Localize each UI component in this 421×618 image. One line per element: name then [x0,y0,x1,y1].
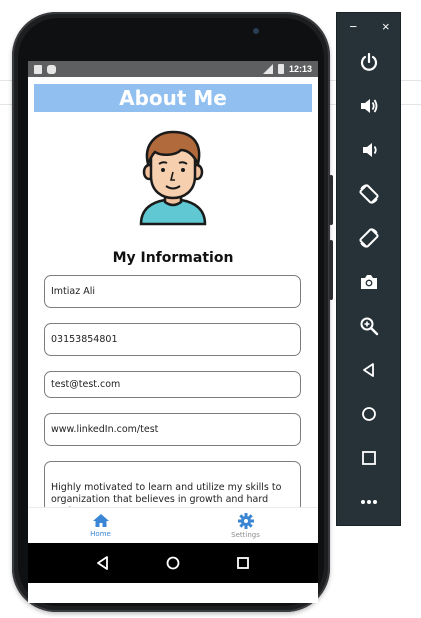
volume-down-icon [363,143,377,157]
more-button[interactable] [355,488,383,516]
phone-side-button [329,175,333,225]
overview-icon [362,451,376,465]
email-field[interactable]: test@test.com [44,371,301,398]
section-title: My Information [112,250,234,266]
name-field[interactable]: Imtiaz Ali [44,275,301,308]
nav-back-button[interactable] [93,553,113,573]
status-time: 12:13 [288,64,312,74]
power-button[interactable] [355,48,383,76]
gear-icon [237,512,254,529]
signal-icon [262,64,273,74]
phone-field[interactable]: 03153854801 [44,323,301,356]
zoom-button[interactable] [355,312,383,340]
more-icon [361,500,377,504]
minimize-button[interactable]: − [349,19,357,34]
volume-down-button[interactable] [355,136,383,164]
close-button[interactable]: × [382,19,390,34]
rotate-left-button[interactable] [355,180,383,208]
emulator-toolbar: − × [336,12,401,526]
rotate-right-button[interactable] [355,224,383,252]
tab-home[interactable]: Home [28,508,173,543]
camera-icon [361,275,377,289]
home-icon [92,514,109,527]
overview-square-icon [237,557,249,569]
status-bar: 12:13 [28,61,318,77]
phone-side-button [329,240,333,300]
emulator-window-controls: − × [337,19,402,34]
android-nav-bar [28,543,318,583]
volume-up-icon [361,99,378,113]
nav-overview-button[interactable] [233,553,253,573]
back-button[interactable] [355,356,383,384]
bio-field[interactable]: Highly motivated to learn and utilize my… [44,461,301,513]
avatar [135,130,211,226]
title-bar: About Me [34,84,312,112]
power-icon [360,52,378,71]
tab-home-label: Home [90,530,111,538]
rotate-left-icon [359,184,379,204]
notification-icon [47,64,56,74]
nav-home-button[interactable] [163,553,183,573]
website-field[interactable]: www.linkedIn.com/test [44,413,301,446]
bottom-tab-bar: Home Settings [28,507,318,543]
sd-card-icon [34,64,42,74]
home-circle-icon [362,407,376,421]
rotate-right-icon [359,228,379,248]
back-triangle-icon [97,556,108,570]
front-camera [253,28,259,34]
tab-settings-label: Settings [231,530,260,539]
tab-settings[interactable]: Settings [173,508,318,543]
volume-up-button[interactable] [355,92,383,120]
home-button[interactable] [355,400,383,428]
battery-icon [277,64,284,74]
overview-button[interactable] [355,444,383,472]
page-title: About Me [119,86,227,110]
home-circle-icon [166,556,180,570]
screenshot-button[interactable] [355,268,383,296]
phone-screen: 12:13 About Me My Information Imtiaz Ali… [28,61,318,603]
back-icon [363,363,374,377]
zoom-icon [360,317,379,336]
